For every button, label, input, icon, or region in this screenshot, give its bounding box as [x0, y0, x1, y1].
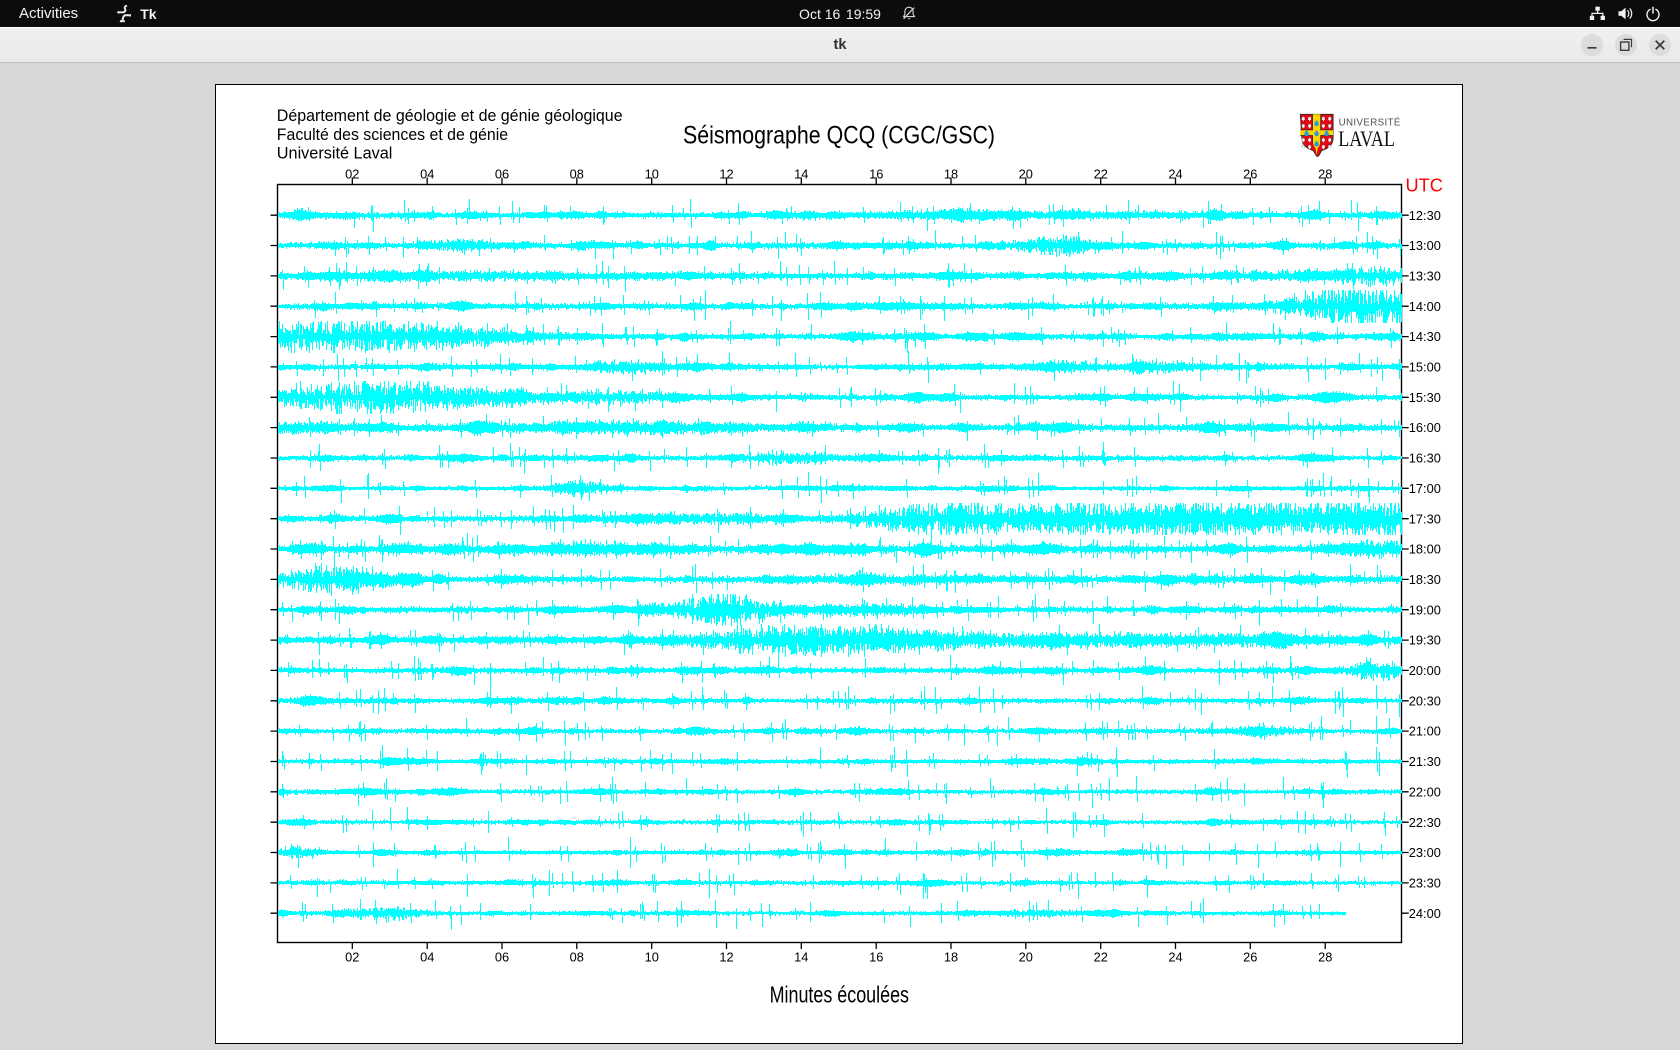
svg-text:19:30: 19:30 — [1408, 632, 1440, 647]
svg-text:Minutes écoulées: Minutes écoulées — [769, 981, 908, 1007]
svg-text:UTC: UTC — [1405, 175, 1442, 195]
svg-text:22: 22 — [1093, 166, 1107, 181]
svg-text:24: 24 — [1168, 949, 1182, 964]
svg-text:14:00: 14:00 — [1408, 298, 1440, 313]
svg-text:23:30: 23:30 — [1408, 875, 1440, 890]
svg-text:08: 08 — [569, 166, 583, 181]
svg-text:Séismographe QCQ (CGC/GSC): Séismographe QCQ (CGC/GSC) — [683, 121, 995, 149]
svg-text:16: 16 — [869, 166, 883, 181]
svg-text:18:00: 18:00 — [1408, 541, 1440, 556]
svg-text:26: 26 — [1243, 166, 1257, 181]
svg-text:23:00: 23:00 — [1408, 845, 1440, 860]
svg-text:17:00: 17:00 — [1408, 481, 1440, 496]
svg-text:02: 02 — [345, 166, 359, 181]
svg-text:16: 16 — [869, 949, 883, 964]
svg-text:16:30: 16:30 — [1408, 450, 1440, 465]
svg-text:22:30: 22:30 — [1408, 814, 1440, 829]
svg-text:02: 02 — [345, 949, 359, 964]
svg-text:20:30: 20:30 — [1408, 693, 1440, 708]
svg-text:22: 22 — [1093, 949, 1107, 964]
svg-text:14:30: 14:30 — [1408, 329, 1440, 344]
svg-text:06: 06 — [494, 166, 508, 181]
svg-text:06: 06 — [494, 949, 508, 964]
svg-text:15:00: 15:00 — [1408, 359, 1440, 374]
svg-text:14: 14 — [794, 949, 808, 964]
svg-text:04: 04 — [420, 166, 434, 181]
svg-text:Département de géologie et de: Département de géologie et de génie géol… — [276, 106, 622, 125]
svg-text:22:00: 22:00 — [1408, 784, 1440, 799]
svg-text:10: 10 — [644, 949, 658, 964]
svg-text:26: 26 — [1243, 949, 1257, 964]
svg-text:28: 28 — [1318, 949, 1332, 964]
svg-text:18: 18 — [943, 949, 957, 964]
svg-text:17:30: 17:30 — [1408, 511, 1440, 526]
svg-text:Faculté des sciences et de gén: Faculté des sciences et de génie — [276, 125, 507, 144]
svg-text:14: 14 — [794, 166, 808, 181]
svg-text:18: 18 — [943, 166, 957, 181]
svg-text:19:00: 19:00 — [1408, 602, 1440, 617]
svg-text:20: 20 — [1018, 166, 1032, 181]
svg-text:21:00: 21:00 — [1408, 723, 1440, 738]
svg-text:20: 20 — [1018, 949, 1032, 964]
svg-text:20:00: 20:00 — [1408, 663, 1440, 678]
svg-text:15:30: 15:30 — [1408, 390, 1440, 405]
svg-text:16:00: 16:00 — [1408, 420, 1440, 435]
svg-text:10: 10 — [644, 166, 658, 181]
svg-text:18:30: 18:30 — [1408, 572, 1440, 587]
svg-text:28: 28 — [1318, 166, 1332, 181]
svg-text:08: 08 — [569, 949, 583, 964]
svg-text:21:30: 21:30 — [1408, 754, 1440, 769]
svg-text:12: 12 — [719, 166, 733, 181]
svg-text:Université Laval: Université Laval — [276, 143, 392, 162]
svg-text:12: 12 — [719, 949, 733, 964]
svg-text:24:00: 24:00 — [1408, 905, 1440, 920]
svg-text:13:00: 13:00 — [1408, 238, 1440, 253]
svg-text:13:30: 13:30 — [1408, 268, 1440, 283]
svg-text:24: 24 — [1168, 166, 1182, 181]
svg-text:04: 04 — [420, 949, 434, 964]
svg-text:LAVAL: LAVAL — [1338, 125, 1395, 150]
svg-text:12:30: 12:30 — [1408, 207, 1440, 222]
